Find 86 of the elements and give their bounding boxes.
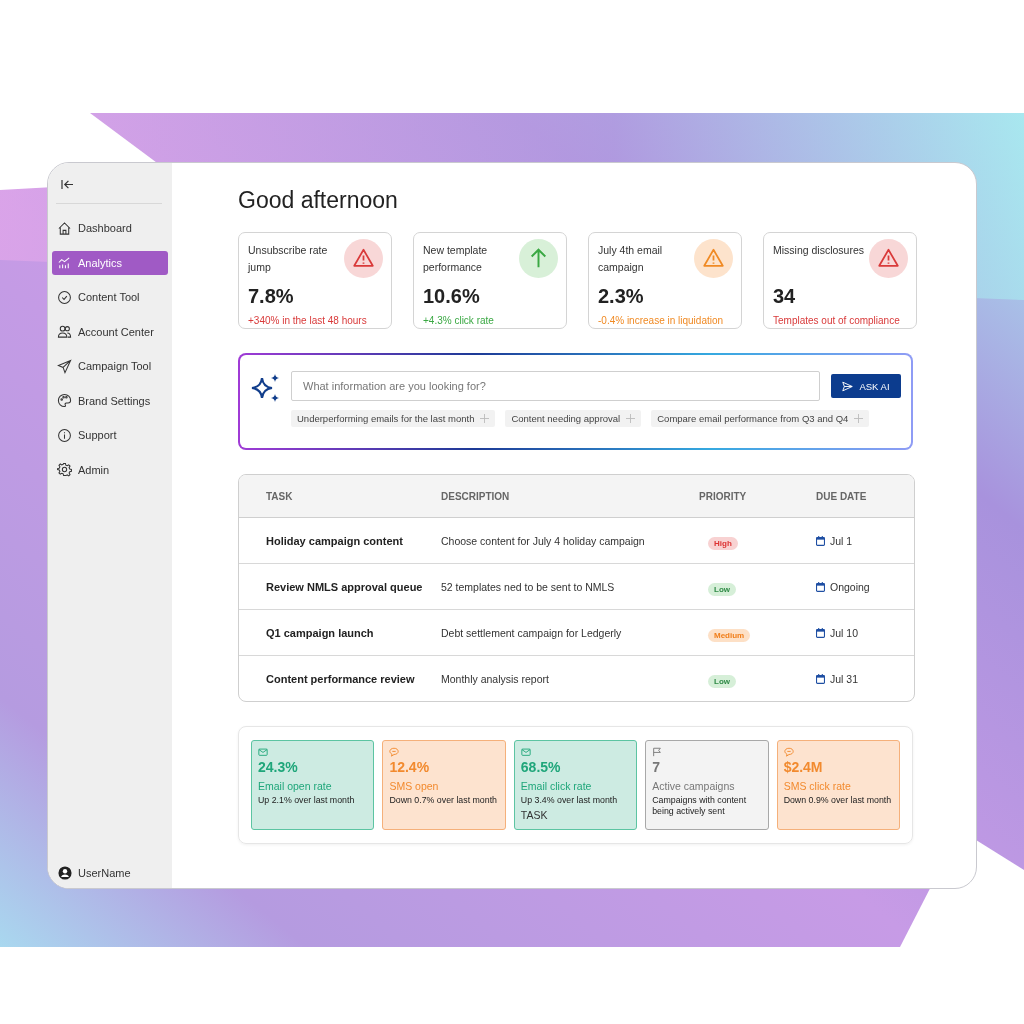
metric-label: Email click rate xyxy=(520,780,593,792)
calendar-icon xyxy=(816,627,825,638)
metric-note: Campaigns with content being actively sent xyxy=(652,795,748,817)
description-cell-text: Monthly analysis report xyxy=(441,672,550,685)
suggestion-chip[interactable]: Compare email performance from Q3 and Q4 xyxy=(651,410,870,427)
plus-icon xyxy=(854,414,864,423)
calendar-icon xyxy=(816,581,825,592)
info-icon xyxy=(57,427,72,443)
due-date: Ongoing xyxy=(830,580,870,593)
priority-badge: Low xyxy=(708,582,736,596)
nav-item[interactable]: Brand Settings xyxy=(52,388,168,413)
nav-item[interactable]: Campaign Tool xyxy=(52,354,168,378)
send-icon xyxy=(842,380,854,392)
nav-item[interactable]: Dashboard xyxy=(52,216,168,240)
collapse-icon[interactable] xyxy=(61,179,74,190)
metric-value: 7 xyxy=(652,759,661,775)
home-icon xyxy=(57,220,72,236)
suggestion-chip[interactable]: Content needing approval xyxy=(505,410,642,427)
description-cell-text: Debt settlement campaign for Ledgerly xyxy=(441,626,623,639)
suggestion-chip[interactable]: Underperforming emails for the last month xyxy=(291,410,496,427)
metric-extra: TASK xyxy=(520,809,549,821)
priority-badge: Medium xyxy=(708,628,751,642)
ask-ai-button[interactable]: ASK AI xyxy=(831,374,901,398)
task-cell-text: Content performance review xyxy=(266,672,416,685)
greeting-title: Good afternoon xyxy=(238,187,399,214)
task-cell-text: Review NMLS approval queue xyxy=(266,580,424,593)
due-date: Jul 10 xyxy=(830,626,859,639)
metric-value: 24.3% xyxy=(258,759,299,775)
users-icon xyxy=(57,324,72,339)
stat-note: +4.3% click rate xyxy=(423,315,495,326)
priority-badge: High xyxy=(708,536,738,550)
metric-note: Up 3.4% over last month xyxy=(520,795,619,806)
priority-badge: Low xyxy=(708,674,736,688)
metric-label: SMS open xyxy=(389,780,440,792)
mail-icon xyxy=(258,747,268,757)
description-cell-text: 52 templates ned to be sent to NMLS xyxy=(441,580,616,593)
chart-icon xyxy=(57,255,72,270)
stat-note: Templates out of compliance xyxy=(773,315,901,326)
stat-title: Unsubscribe rate jump xyxy=(248,243,329,275)
stat-title: New template performance xyxy=(423,243,489,275)
stat-value: 34 xyxy=(773,285,797,308)
metric-label: SMS click rate xyxy=(783,780,852,792)
metric-label: Active campaigns xyxy=(652,780,736,792)
chat-bubble-icon xyxy=(783,747,794,757)
column-header: DUE DATE xyxy=(816,490,868,502)
metric-note: Up 2.1% over last month xyxy=(258,795,356,806)
chat-bubble-icon xyxy=(389,747,400,757)
stat-title: Missing disclosures xyxy=(773,243,866,258)
nav-item[interactable]: Analytics xyxy=(52,250,168,275)
palette-icon xyxy=(57,393,72,408)
description-cell-text: Choose content for July 4 holiday campaign xyxy=(441,534,646,547)
column-header: TASK xyxy=(266,490,294,502)
due-date: Jul 1 xyxy=(830,534,853,547)
calendar-icon xyxy=(816,535,825,546)
gear-icon xyxy=(57,462,72,477)
stat-note: -0.4% increase in liquidation xyxy=(598,315,725,326)
column-header: PRIORITY xyxy=(699,490,748,502)
metric-label: Email open rate xyxy=(258,780,333,792)
stat-value: 2.3% xyxy=(598,285,645,308)
calendar-icon xyxy=(816,673,825,684)
stat-value: 10.6% xyxy=(423,285,481,308)
task-cell-text: Holiday campaign content xyxy=(266,534,404,547)
avatar-icon xyxy=(58,866,72,880)
nav-item[interactable]: Support xyxy=(52,423,168,447)
stat-value: 7.8% xyxy=(248,285,295,308)
column-header: DESCRIPTION xyxy=(441,490,511,502)
stat-title: July 4th email campaign xyxy=(598,243,664,275)
plus-icon xyxy=(480,414,490,423)
search-field[interactable]: What information are you looking for? xyxy=(291,371,820,401)
metric-value: 12.4% xyxy=(389,759,431,775)
flag-icon xyxy=(652,747,663,757)
send-icon xyxy=(57,358,72,374)
metric-note: Down 0.7% over last month xyxy=(389,795,498,806)
metric-note: Down 0.9% over last month xyxy=(783,795,893,806)
check-circle-icon xyxy=(57,289,72,305)
task-cell-text: Q1 campaign launch xyxy=(266,626,375,639)
nav-item[interactable]: Account Center xyxy=(52,319,168,344)
nav-item[interactable]: Content Tool xyxy=(52,285,168,309)
metric-value: $2.4M xyxy=(783,759,824,775)
mail-icon xyxy=(520,747,531,757)
nav-item[interactable]: Admin xyxy=(52,457,168,482)
user-name[interactable]: UserName xyxy=(78,867,131,879)
metric-value: 68.5% xyxy=(520,759,562,775)
due-date: Jul 31 xyxy=(830,672,859,685)
stat-note: +340% in the last 48 hours xyxy=(248,315,368,326)
plus-icon xyxy=(626,414,636,423)
